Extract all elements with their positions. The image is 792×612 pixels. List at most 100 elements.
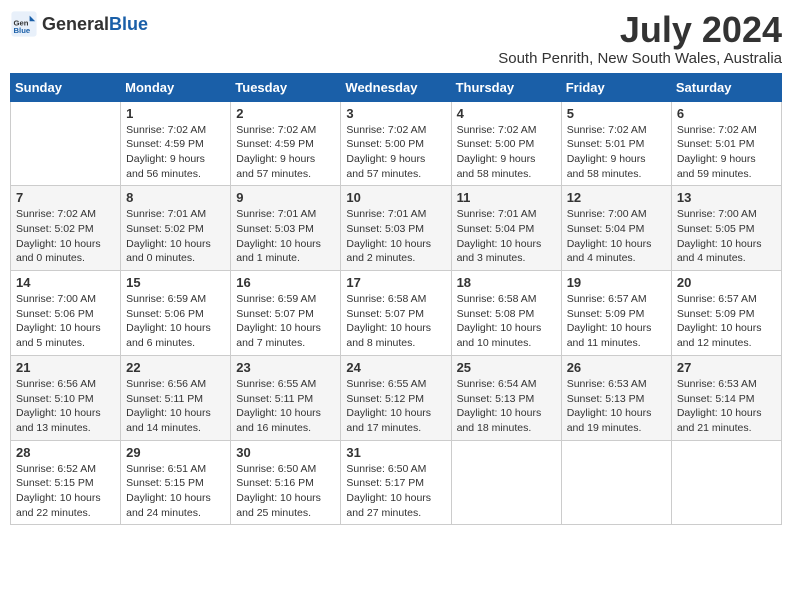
day-cell: 13 Sunrise: 7:00 AMSunset: 5:05 PMDayligh… [671,186,781,271]
title-area: July 2024 South Penrith, New South Wales… [498,10,782,67]
day-info: Sunrise: 7:01 AMSunset: 5:03 PMDaylight:… [236,207,335,266]
logo: Gen Blue GeneralBlue [10,10,148,38]
day-number: 28 [16,445,115,460]
logo-blue: Blue [109,14,148,34]
day-cell: 3 Sunrise: 7:02 AMSunset: 5:00 PMDaylight… [341,101,451,186]
day-info: Sunrise: 6:52 AMSunset: 5:15 PMDaylight:… [16,462,115,521]
day-number: 8 [126,190,225,205]
day-cell: 11 Sunrise: 7:01 AMSunset: 5:04 PMDayligh… [451,186,561,271]
weekday-header-row: SundayMondayTuesdayWednesdayThursdayFrid… [11,73,782,101]
day-number: 6 [677,106,776,121]
day-number: 13 [677,190,776,205]
day-cell: 10 Sunrise: 7:01 AMSunset: 5:03 PMDayligh… [341,186,451,271]
day-info: Sunrise: 7:01 AMSunset: 5:02 PMDaylight:… [126,207,225,266]
svg-text:Blue: Blue [14,26,31,35]
day-cell [561,440,671,525]
header: Gen Blue GeneralBlue July 2024 South Pen… [10,10,782,67]
day-info: Sunrise: 7:02 AMSunset: 4:59 PMDaylight:… [126,123,225,182]
day-cell: 9 Sunrise: 7:01 AMSunset: 5:03 PMDaylight… [231,186,341,271]
day-cell: 21 Sunrise: 6:56 AMSunset: 5:10 PMDayligh… [11,355,121,440]
day-cell: 14Sunrise: 7:00 AMSunset: 5:06 PMDayligh… [11,271,121,356]
day-cell [451,440,561,525]
month-year: July 2024 [498,10,782,50]
day-info: Sunrise: 7:00 AMSunset: 5:04 PMDaylight:… [567,207,666,266]
weekday-header-friday: Friday [561,73,671,101]
day-info: Sunrise: 7:01 AMSunset: 5:03 PMDaylight:… [346,207,445,266]
day-info: Sunrise: 6:56 AMSunset: 5:10 PMDaylight:… [16,377,115,436]
day-number: 15 [126,275,225,290]
day-cell: 4Sunrise: 7:02 AMSunset: 5:00 PMDaylight… [451,101,561,186]
day-number: 23 [236,360,335,375]
day-cell: 16 Sunrise: 6:59 AMSunset: 5:07 PMDayligh… [231,271,341,356]
day-number: 21 [16,360,115,375]
day-info: Sunrise: 6:56 AMSunset: 5:11 PMDaylight:… [126,377,225,436]
day-number: 22 [126,360,225,375]
day-info: Sunrise: 6:58 AMSunset: 5:08 PMDaylight:… [457,292,556,351]
weekday-header-tuesday: Tuesday [231,73,341,101]
day-cell: 7Sunrise: 7:02 AMSunset: 5:02 PMDaylight… [11,186,121,271]
day-cell [671,440,781,525]
day-number: 29 [126,445,225,460]
day-cell: 8 Sunrise: 7:01 AMSunset: 5:02 PMDaylight… [121,186,231,271]
day-number: 1 [126,106,225,121]
week-row-4: 21 Sunrise: 6:56 AMSunset: 5:10 PMDayligh… [11,355,782,440]
day-info: Sunrise: 6:57 AMSunset: 5:09 PMDaylight:… [567,292,666,351]
day-info: Sunrise: 6:53 AMSunset: 5:13 PMDaylight:… [567,377,666,436]
day-cell: 18 Sunrise: 6:58 AMSunset: 5:08 PMDayligh… [451,271,561,356]
day-cell: 2 Sunrise: 7:02 AMSunset: 4:59 PMDaylight… [231,101,341,186]
day-info: Sunrise: 7:02 AMSunset: 5:01 PMDaylight:… [677,123,776,182]
day-number: 18 [457,275,556,290]
day-cell: 19 Sunrise: 6:57 AMSunset: 5:09 PMDayligh… [561,271,671,356]
day-info: Sunrise: 6:57 AMSunset: 5:09 PMDaylight:… [677,292,776,351]
day-info: Sunrise: 7:00 AMSunset: 5:06 PMDaylight:… [16,292,115,351]
day-cell: 5 Sunrise: 7:02 AMSunset: 5:01 PMDaylight… [561,101,671,186]
day-info: Sunrise: 7:00 AMSunset: 5:05 PMDaylight:… [677,207,776,266]
day-number: 10 [346,190,445,205]
day-number: 12 [567,190,666,205]
day-number: 30 [236,445,335,460]
day-cell: 30 Sunrise: 6:50 AMSunset: 5:16 PMDayligh… [231,440,341,525]
day-cell: 1 Sunrise: 7:02 AMSunset: 4:59 PMDaylight… [121,101,231,186]
day-cell: 29 Sunrise: 6:51 AMSunset: 5:15 PMDayligh… [121,440,231,525]
day-number: 11 [457,190,556,205]
day-info: Sunrise: 6:50 AMSunset: 5:17 PMDaylight:… [346,462,445,521]
day-cell: 23Sunrise: 6:55 AMSunset: 5:11 PMDayligh… [231,355,341,440]
day-info: Sunrise: 7:02 AMSunset: 5:00 PMDaylight:… [346,123,445,182]
day-number: 17 [346,275,445,290]
calendar: SundayMondayTuesdayWednesdayThursdayFrid… [10,73,782,526]
day-number: 19 [567,275,666,290]
day-number: 27 [677,360,776,375]
day-number: 26 [567,360,666,375]
week-row-1: 1 Sunrise: 7:02 AMSunset: 4:59 PMDaylight… [11,101,782,186]
day-info: Sunrise: 6:58 AMSunset: 5:07 PMDaylight:… [346,292,445,351]
week-row-2: 7Sunrise: 7:02 AMSunset: 5:02 PMDaylight… [11,186,782,271]
day-number: 9 [236,190,335,205]
day-info: Sunrise: 6:53 AMSunset: 5:14 PMDaylight:… [677,377,776,436]
day-cell: 28 Sunrise: 6:52 AMSunset: 5:15 PMDayligh… [11,440,121,525]
day-cell: 20Sunrise: 6:57 AMSunset: 5:09 PMDayligh… [671,271,781,356]
day-number: 2 [236,106,335,121]
weekday-header-sunday: Sunday [11,73,121,101]
weekday-header-thursday: Thursday [451,73,561,101]
day-info: Sunrise: 6:59 AMSunset: 5:07 PMDaylight:… [236,292,335,351]
day-info: Sunrise: 7:02 AMSunset: 5:01 PMDaylight:… [567,123,666,182]
day-cell [11,101,121,186]
day-number: 3 [346,106,445,121]
day-info: Sunrise: 6:51 AMSunset: 5:15 PMDaylight:… [126,462,225,521]
day-number: 7 [16,190,115,205]
day-number: 16 [236,275,335,290]
day-number: 4 [457,106,556,121]
weekday-header-saturday: Saturday [671,73,781,101]
weekday-header-wednesday: Wednesday [341,73,451,101]
day-number: 31 [346,445,445,460]
day-cell: 27 Sunrise: 6:53 AMSunset: 5:14 PMDayligh… [671,355,781,440]
day-number: 5 [567,106,666,121]
day-info: Sunrise: 7:02 AMSunset: 4:59 PMDaylight:… [236,123,335,182]
day-info: Sunrise: 7:01 AMSunset: 5:04 PMDaylight:… [457,207,556,266]
day-info: Sunrise: 6:50 AMSunset: 5:16 PMDaylight:… [236,462,335,521]
week-row-3: 14Sunrise: 7:00 AMSunset: 5:06 PMDayligh… [11,271,782,356]
day-cell: 22 Sunrise: 6:56 AMSunset: 5:11 PMDayligh… [121,355,231,440]
day-info: Sunrise: 6:54 AMSunset: 5:13 PMDaylight:… [457,377,556,436]
day-cell: 6 Sunrise: 7:02 AMSunset: 5:01 PMDaylight… [671,101,781,186]
day-info: Sunrise: 6:55 AMSunset: 5:12 PMDaylight:… [346,377,445,436]
